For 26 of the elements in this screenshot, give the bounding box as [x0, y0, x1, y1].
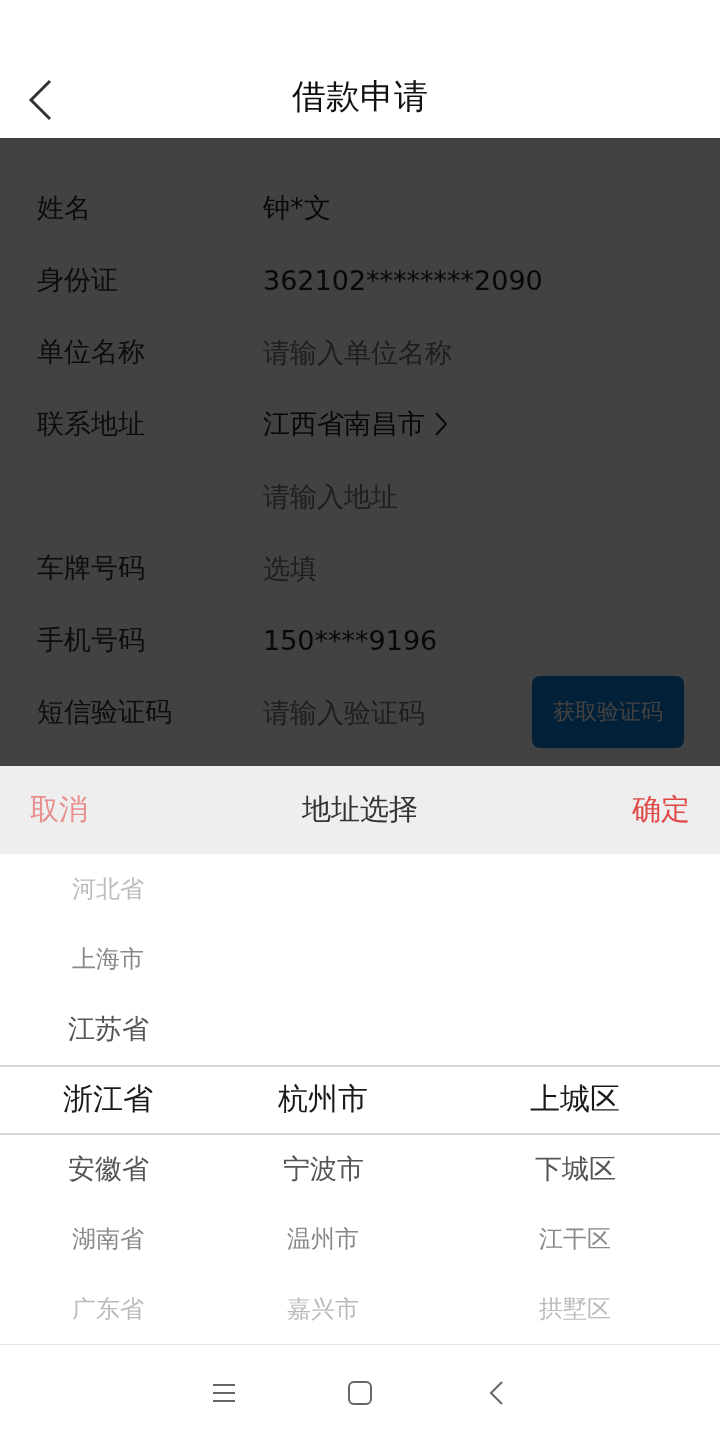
page-title: 借款申请: [292, 75, 428, 118]
cancel-button[interactable]: 取消: [30, 790, 88, 830]
picker-option[interactable]: 宁波市: [282, 1134, 364, 1204]
picker-option[interactable]: 江干区: [539, 1204, 611, 1274]
menu-icon[interactable]: [212, 1382, 236, 1403]
picker-option[interactable]: 上城区: [530, 1064, 620, 1134]
picker-option[interactable]: 杭州市: [278, 1064, 368, 1134]
picker-option[interactable]: 安徽省: [67, 1134, 149, 1204]
field-value: 钟*文: [263, 191, 331, 225]
field-value: 362102********2090: [263, 264, 543, 296]
picker-option[interactable]: 温州市: [287, 1204, 359, 1274]
picker-option[interactable]: 下城区: [534, 1134, 616, 1204]
picker-option[interactable]: 湖南省: [72, 1204, 144, 1274]
back-icon[interactable]: [488, 1379, 504, 1406]
picker-title: 地址选择: [302, 791, 418, 828]
picker-option[interactable]: 拱墅区: [539, 1274, 611, 1344]
picker-option[interactable]: 河北省: [72, 854, 144, 924]
picker-option[interactable]: 嘉兴市: [287, 1274, 359, 1344]
picker-option[interactable]: 上海市: [72, 924, 144, 994]
picker-option[interactable]: 广东省: [72, 1274, 144, 1344]
picker-option[interactable]: 江苏省: [67, 994, 149, 1064]
back-icon[interactable]: [26, 78, 54, 122]
field-value: 150****9196: [263, 624, 438, 656]
confirm-button[interactable]: 确定: [632, 790, 690, 830]
picker-option[interactable]: 浙江省: [63, 1064, 153, 1134]
home-square-icon[interactable]: [347, 1379, 373, 1406]
